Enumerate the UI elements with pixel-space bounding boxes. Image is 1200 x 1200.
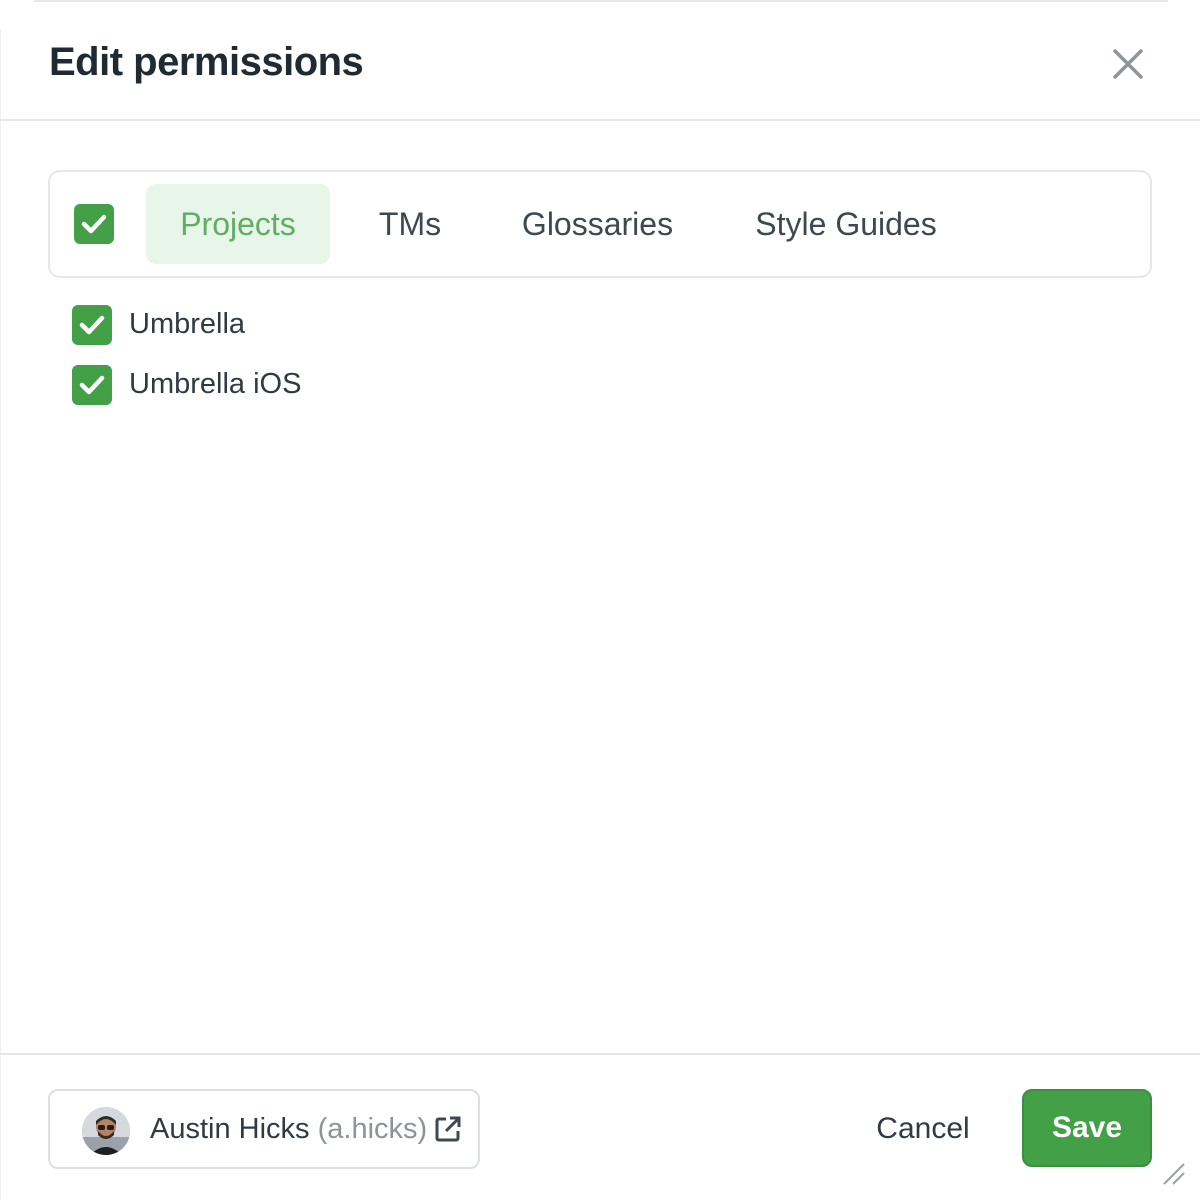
- left-divider: [0, 30, 1, 1200]
- tab-glossaries[interactable]: Glossaries: [500, 184, 695, 264]
- dialog-footer: Austin Hicks (a.hicks) Cancel Save: [0, 1053, 1200, 1200]
- category-tabs: Projects TMs Glossaries Style Guides: [48, 170, 1152, 278]
- user-handle: (a.hicks): [317, 1113, 428, 1145]
- resize-handle-icon[interactable]: [1160, 1160, 1186, 1186]
- close-icon: [1113, 49, 1143, 79]
- cancel-button[interactable]: Cancel: [862, 1089, 984, 1169]
- save-button[interactable]: Save: [1022, 1089, 1152, 1167]
- external-link-icon[interactable]: [434, 1115, 462, 1143]
- close-button[interactable]: [1106, 42, 1150, 86]
- dialog-header: Edit permissions: [0, 0, 1200, 121]
- dialog-title: Edit permissions: [49, 40, 364, 84]
- project-label-umbrella[interactable]: Umbrella: [129, 304, 245, 344]
- user-display: Austin Hicks (a.hicks): [150, 1109, 427, 1149]
- project-checkbox-umbrella[interactable]: [72, 305, 112, 345]
- checkmark-icon: [81, 214, 107, 234]
- checkmark-icon: [79, 375, 105, 395]
- tab-tms[interactable]: TMs: [360, 184, 460, 264]
- project-label-umbrella-ios[interactable]: Umbrella iOS: [129, 364, 301, 404]
- user-chip[interactable]: Austin Hicks (a.hicks): [48, 1089, 480, 1169]
- tab-style-guides[interactable]: Style Guides: [736, 184, 956, 264]
- tab-projects[interactable]: Projects: [146, 184, 330, 264]
- user-name: Austin Hicks: [150, 1113, 310, 1145]
- select-all-checkbox[interactable]: [74, 204, 114, 244]
- edit-permissions-dialog: Edit permissions Projects TMs Glossaries…: [0, 0, 1200, 1200]
- project-checkbox-umbrella-ios[interactable]: [72, 365, 112, 405]
- avatar: [82, 1107, 130, 1155]
- checkmark-icon: [79, 315, 105, 335]
